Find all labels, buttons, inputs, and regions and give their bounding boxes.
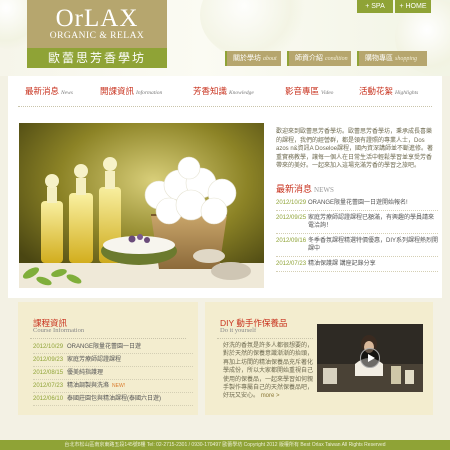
intro-text: 歡迎來到歐蕾思芳香學坊。歐蕾思芳香學坊，秉承成長喜樂的課程，我們的經營群，都是領… xyxy=(276,129,434,170)
nav-en-label: shopping xyxy=(395,56,418,62)
logo[interactable]: OrLAX ORGANIC & RELAX 歐蕾思芳香學坊 xyxy=(27,0,167,68)
news-text: 冬季香氛課程精選特價優惠，DIY系列課程熱烈開課中 xyxy=(308,238,439,252)
news-date: 2012/09/25 xyxy=(276,215,307,221)
course-date: 2012/08/15 xyxy=(33,370,64,376)
tab-label: 開課資訊 xyxy=(100,86,135,96)
news-heading[interactable]: 最新消息 NEWS xyxy=(276,182,334,195)
course-text: ORANGE限量花蕾園一日遊 xyxy=(67,344,142,350)
news-date: 2012/09/16 xyxy=(276,238,307,244)
more-link[interactable]: more > xyxy=(261,393,280,399)
tab-label: 最新消息 xyxy=(25,86,60,96)
list-item[interactable]: 2012/09/16 冬季香氛課程精選特價優惠，DIY系列課程熱烈開課中 xyxy=(276,234,438,257)
video-player[interactable] xyxy=(317,324,423,392)
tab-label: 芳香知識 xyxy=(193,86,228,96)
divider xyxy=(30,338,186,339)
play-icon[interactable] xyxy=(360,348,380,368)
new-badge: NEW! xyxy=(112,383,126,389)
tab-label: 活動花絮 xyxy=(359,86,394,96)
news-text: 精油保護課 講座記錄分享 xyxy=(308,261,376,267)
list-item[interactable]: 2012/10/29 ORANGE限量花蕾園一日遊開始報名! xyxy=(276,196,438,211)
section-tabs: 最新消息 News 開課資訊 Information 芳香知識 Knowledge 影… xyxy=(8,82,442,100)
list-item[interactable]: 2012/10/29 ORANGE限量花蕾園一日遊 xyxy=(33,341,193,354)
tab-en-label: Information xyxy=(136,90,163,96)
course-date: 2012/09/23 xyxy=(33,357,64,363)
spa-link[interactable]: + SPA xyxy=(357,0,393,13)
tab-en-label: Knowledge xyxy=(229,90,254,96)
tab-news[interactable]: 最新消息 News xyxy=(25,82,73,100)
logo-chinese-name: 歐蕾思芳香學坊 xyxy=(27,48,167,68)
nav-about[interactable]: 關於學坊 about xyxy=(225,51,281,66)
news-text: ORANGE限量花蕾園一日遊開始報名! xyxy=(308,200,408,206)
tab-video[interactable]: 影音專區 Video xyxy=(285,82,333,100)
news-date: 2012/07/23 xyxy=(276,261,307,267)
news-title-en: NEWS xyxy=(314,186,334,194)
diy-text: 好洗的香氛是許多人都很想要的，對於天然的保養意識漸漸的抬頭，再加上坊間的精油保養… xyxy=(223,343,314,400)
tab-knowledge[interactable]: 芳香知識 Knowledge xyxy=(193,82,254,100)
nav-label: 購物專區 xyxy=(365,55,393,62)
list-item[interactable]: 2012/07/23 精油保護課 講座記錄分享 xyxy=(276,257,438,272)
home-link[interactable]: + HOME xyxy=(395,0,431,13)
nav-en-label: about xyxy=(263,56,277,62)
diy-title-en: Do it yourself xyxy=(220,327,257,334)
tab-information[interactable]: 開課資訊 Information xyxy=(100,82,162,100)
course-text: 泰國莊園包與精油課程(泰國六日遊) xyxy=(67,396,161,402)
course-title-en: Course Information xyxy=(33,327,85,334)
aromatherapy-still-life-illustration xyxy=(19,123,264,288)
logo-wordmark: OrLAX xyxy=(55,5,139,32)
course-date: 2012/07/23 xyxy=(33,383,64,389)
diy-panel: DIY 動手作保養品 Do it yourself 好洗的香氛是許多人都很想要的… xyxy=(205,302,433,415)
header: OrLAX ORGANIC & RELAX 歐蕾思芳香學坊 + SPA + HO… xyxy=(0,0,450,76)
hero-image xyxy=(19,123,264,288)
list-item[interactable]: 2012/09/23 家庭芳療師認證課程 xyxy=(33,354,193,367)
list-item[interactable]: 2012/09/25 家庭芳療師認證課程已額滿，有興趣的學員請來電洽詢！ xyxy=(276,211,438,234)
logo-tagline: ORGANIC & RELAX xyxy=(49,31,145,41)
course-list: 2012/10/29 ORANGE限量花蕾園一日遊 2012/09/23 家庭芳… xyxy=(33,341,193,406)
footer: 台北市松山區南京東路五段145號8樓 Tel: 02-2715-2301 / 0… xyxy=(0,440,450,450)
tab-en-label: Highlights xyxy=(395,90,419,96)
tab-label: 影音專區 xyxy=(285,86,320,96)
course-info-panel: 課程資訊 Course Information 2012/10/29 ORANG… xyxy=(18,302,198,415)
nav-en-label: condition xyxy=(325,56,348,62)
nav-shopping[interactable]: 購物專區 shopping xyxy=(357,51,427,66)
news-text: 家庭芳療師認證課程已額滿，有興趣的學員請來電洽詢！ xyxy=(308,215,435,229)
nav-label: 關於學坊 xyxy=(233,55,261,62)
list-item[interactable]: 2012/06/10 泰國莊園包與精油課程(泰國六日遊) xyxy=(33,393,193,406)
diy-description: 好洗的香氛是許多人都很想要的，對於天然的保養意識漸漸的抬頭，再加上坊間的精油保養… xyxy=(223,342,313,401)
course-text: 精油調製與洗滌 xyxy=(67,383,110,389)
list-item[interactable]: 2012/07/23 精油調製與洗滌 NEW! xyxy=(33,380,193,393)
nav-label: 師資介紹 xyxy=(295,55,323,62)
divider xyxy=(217,338,313,339)
course-date: 2012/06/10 xyxy=(33,396,64,402)
tab-highlights[interactable]: 活動花絮 Highlights xyxy=(359,82,418,100)
course-date: 2012/10/29 xyxy=(33,344,64,350)
course-text: 優美純指護理 xyxy=(67,370,104,376)
tab-en-label: Video xyxy=(321,90,334,96)
news-list: 2012/10/29 ORANGE限量花蕾園一日遊開始報名! 2012/09/2… xyxy=(276,196,438,272)
divider xyxy=(18,106,432,107)
main-panel: 最新消息 News 開課資訊 Information 芳香知識 Knowledge 影… xyxy=(8,76,442,298)
tab-en-label: News xyxy=(61,90,73,96)
news-date: 2012/10/29 xyxy=(276,200,307,206)
list-item[interactable]: 2012/08/15 優美純指護理 xyxy=(33,367,193,380)
nav-teachers[interactable]: 師資介紹 condition xyxy=(287,51,351,66)
news-title: 最新消息 xyxy=(276,184,313,194)
course-text: 家庭芳療師認證課程 xyxy=(67,357,122,363)
